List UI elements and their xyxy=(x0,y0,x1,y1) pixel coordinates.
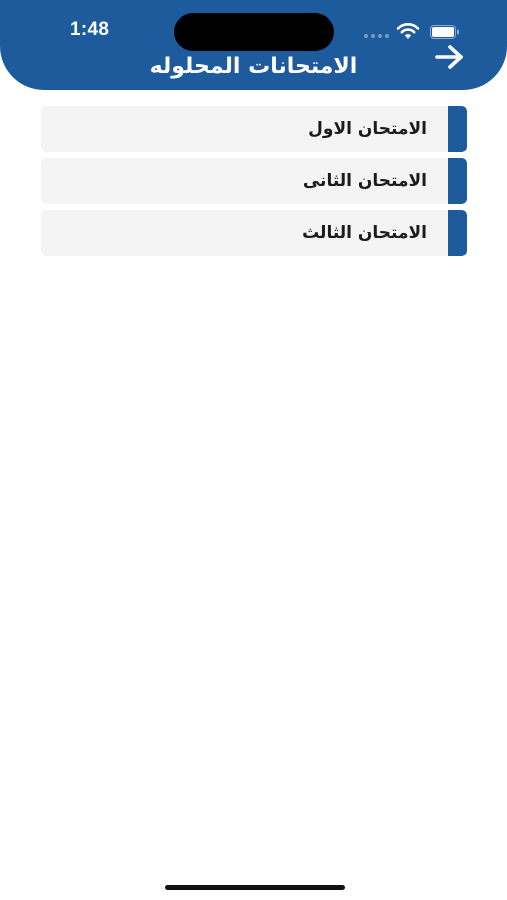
exam-list: الامتحان الاول الامتحان الثانى الامتحان … xyxy=(41,106,467,262)
app-header: 1:48 الامتحانات المحلوله xyxy=(0,0,507,90)
wifi-icon xyxy=(396,23,420,39)
battery-icon xyxy=(430,25,459,39)
exam-item-label: الامتحان الثالث xyxy=(302,223,427,243)
home-indicator[interactable] xyxy=(165,885,345,890)
exam-accent-bar xyxy=(448,106,467,152)
exam-item-third[interactable]: الامتحان الثالث xyxy=(41,210,467,256)
exam-accent-bar xyxy=(448,158,467,204)
exam-accent-bar xyxy=(448,210,467,256)
signal-dots-icon xyxy=(364,34,390,38)
exam-item-second[interactable]: الامتحان الثانى xyxy=(41,158,467,204)
status-time: 1:48 xyxy=(70,19,110,40)
exam-item-label: الامتحان الثانى xyxy=(302,171,427,191)
page-title: الامتحانات المحلوله xyxy=(149,54,358,79)
dynamic-island xyxy=(174,13,334,51)
exam-item-first[interactable]: الامتحان الاول xyxy=(41,106,467,152)
back-arrow-button[interactable] xyxy=(432,42,466,72)
exam-item-label: الامتحان الاول xyxy=(308,119,427,139)
